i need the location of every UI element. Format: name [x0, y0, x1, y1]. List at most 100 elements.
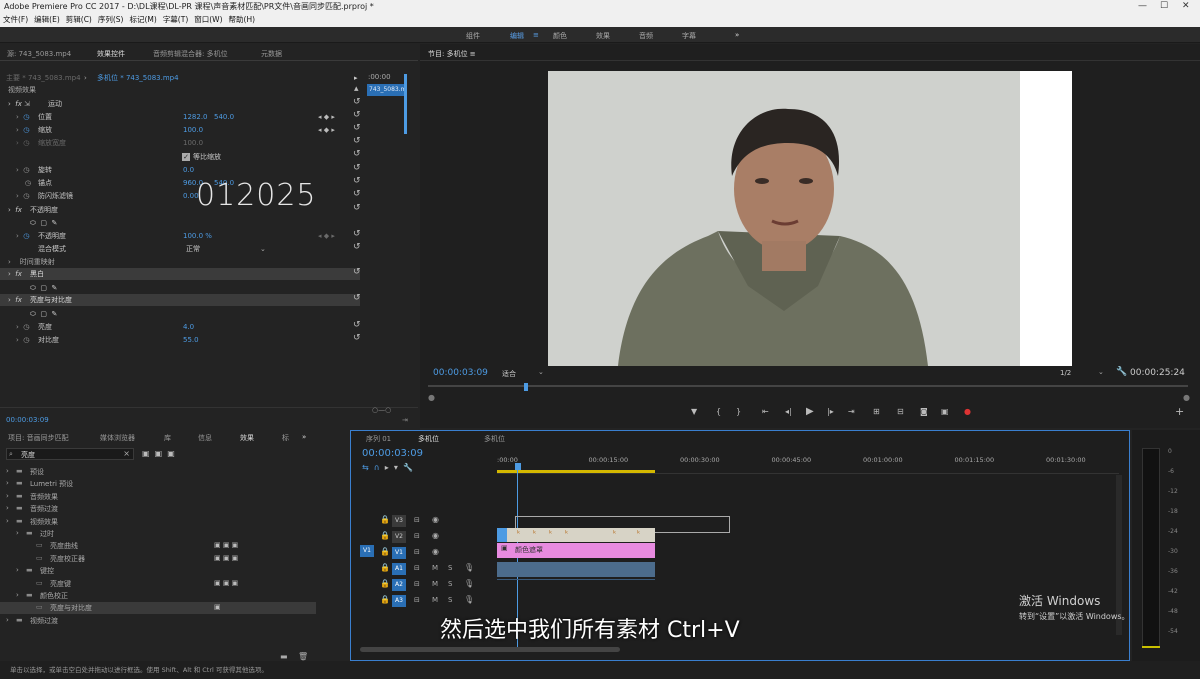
mark-in-icon[interactable]: {: [716, 407, 721, 416]
tab-multicam-active[interactable]: 多机位: [418, 434, 439, 444]
blend-mode-select[interactable]: 正常: [186, 243, 200, 255]
keyframe-nav-icon[interactable]: ◂ ◆ ▸: [318, 230, 335, 242]
timeline-tool-icons[interactable]: ⇆ ∩ ▸ ▾ 🔧: [362, 463, 413, 472]
tree-item[interactable]: › ▬ 视频过渡: [0, 615, 316, 627]
eye-icon[interactable]: ◉: [432, 515, 439, 524]
lock-icon[interactable]: 🔒: [380, 547, 390, 556]
lift-icon[interactable]: ⊞: [873, 407, 880, 416]
reset-bc-icon[interactable]: ↺: [353, 293, 361, 303]
menu-edit[interactable]: 编辑(E): [31, 13, 63, 27]
minimize-button[interactable]: —: [1138, 0, 1147, 13]
lock-icon[interactable]: 🔒: [380, 515, 390, 524]
scale-value[interactable]: 100.0: [183, 126, 203, 134]
play-icon[interactable]: ▶: [806, 406, 814, 417]
camera-icon[interactable]: ◙: [920, 407, 928, 416]
workspace-audio[interactable]: 音频: [639, 31, 653, 41]
sync-lock-icon[interactable]: ⊟: [414, 548, 420, 556]
delete-icon[interactable]: 🗑: [298, 652, 308, 661]
menu-file[interactable]: 文件(F): [0, 13, 31, 27]
reset-anchor-icon[interactable]: ↺: [353, 176, 361, 186]
mic-icon[interactable]: 🎙: [464, 579, 474, 588]
tab-effects[interactable]: 效果: [240, 433, 254, 443]
tab-metadata[interactable]: 元数据: [261, 49, 282, 59]
position-y-value[interactable]: 540.0: [214, 113, 234, 121]
workspace-titles[interactable]: 字幕: [682, 31, 696, 41]
zoom-slider[interactable]: ○—○: [372, 404, 391, 416]
mini-playhead[interactable]: [404, 74, 407, 134]
solo-button[interactable]: S: [448, 596, 452, 604]
collapse-icon[interactable]: ▴: [354, 84, 359, 94]
menu-window[interactable]: 窗口(W): [191, 13, 225, 27]
contrast-value[interactable]: 55.0: [183, 336, 199, 344]
tree-item[interactable]: › ▬ Lumetri 预设: [0, 478, 316, 490]
mic-icon[interactable]: 🎙: [464, 563, 474, 572]
track-target[interactable]: A3: [392, 595, 406, 607]
add-button-icon[interactable]: +: [1175, 405, 1184, 418]
program-monitor-title[interactable]: 节目: 多机位 ≡: [428, 49, 476, 59]
workspace-more[interactable]: »: [735, 31, 739, 39]
reset-brightness-icon[interactable]: ↺: [353, 320, 361, 330]
tab-library[interactable]: 库: [164, 433, 171, 443]
tab-sequence-01[interactable]: 序列 01: [366, 434, 391, 444]
program-scrub-bar[interactable]: [428, 385, 1188, 387]
sequence-clip-label[interactable]: 多机位 * 743_5083.mp4: [97, 72, 179, 84]
reset-antiflicker-icon[interactable]: ↺: [353, 189, 361, 199]
mask-tools-icon[interactable]: ⬭ ▢ ✎: [30, 217, 57, 229]
tab-project[interactable]: 项目: 音画同步匹配: [8, 433, 69, 443]
track-target[interactable]: A1: [392, 563, 406, 575]
tree-item[interactable]: › ▬ 视频效果: [0, 516, 316, 528]
chevron-down-icon[interactable]: ⌄: [260, 243, 266, 255]
lock-icon[interactable]: 🔒: [380, 531, 390, 540]
motion-label[interactable]: 运动: [48, 98, 62, 110]
tree-item[interactable]: › ▬ 键控: [0, 565, 316, 577]
reset-bw-icon[interactable]: ↺: [353, 267, 361, 277]
clear-search-icon[interactable]: ×: [123, 449, 130, 458]
menu-title[interactable]: 字幕(T): [160, 13, 191, 27]
solo-button[interactable]: S: [448, 564, 452, 572]
audio-clip-a1[interactable]: [497, 562, 655, 577]
tree-item[interactable]: › ▬ 颜色校正: [0, 590, 316, 602]
sync-lock-icon[interactable]: ⊟: [414, 532, 420, 540]
tree-item[interactable]: ▭ 亮度键 ▣ ▣ ▣: [0, 578, 316, 590]
quality-select[interactable]: 1/2: [1060, 369, 1071, 377]
program-timecode[interactable]: 00:00:03:09: [433, 368, 488, 378]
position-x-value[interactable]: 1282.0: [183, 113, 208, 121]
timeline-playhead-handle[interactable]: [515, 463, 521, 470]
lock-icon[interactable]: 🔒: [380, 563, 390, 572]
close-button[interactable]: ✕: [1182, 0, 1190, 13]
reset-blend-icon[interactable]: ↺: [353, 242, 361, 252]
fit-select[interactable]: 适合: [502, 369, 516, 379]
mini-timeline-clip[interactable]: 743_5083.m: [367, 84, 407, 96]
tree-item[interactable]: › ▬ 音频效果: [0, 491, 316, 503]
tab-multicam[interactable]: 多机位: [484, 434, 505, 444]
mute-button[interactable]: M: [432, 580, 438, 588]
tab-media-browser[interactable]: 媒体浏览器: [100, 433, 135, 443]
go-to-out-icon[interactable]: ⇥: [848, 407, 855, 416]
mute-button[interactable]: M: [432, 596, 438, 604]
time-remap-label[interactable]: 时间重映射: [20, 258, 55, 266]
new-bin-icon[interactable]: ▬: [280, 652, 288, 661]
reset-contrast-icon[interactable]: ↺: [353, 333, 361, 343]
mask-tools-icon[interactable]: ⬭ ▢ ✎: [30, 282, 57, 294]
sync-lock-icon[interactable]: ⊟: [414, 580, 420, 588]
tab-info[interactable]: 信息: [198, 433, 212, 443]
workspace-assembly[interactable]: 组件: [466, 31, 480, 41]
extract-icon[interactable]: ⊟: [897, 407, 904, 416]
track-target[interactable]: V2: [392, 531, 406, 543]
opacity-value[interactable]: 100.0 %: [183, 232, 212, 240]
sync-lock-icon[interactable]: ⊟: [414, 596, 420, 604]
export-icon[interactable]: ⇥: [402, 414, 408, 426]
sync-lock-icon[interactable]: ⊟: [414, 516, 420, 524]
uniform-scale-checkbox[interactable]: ✓: [182, 153, 190, 161]
menu-help[interactable]: 帮助(H): [226, 13, 259, 27]
tab-effect-controls[interactable]: 效果控件: [97, 49, 125, 59]
bw-effect-row[interactable]: [0, 268, 360, 280]
more-tabs-icon[interactable]: »: [302, 433, 306, 441]
eye-icon[interactable]: ◉: [432, 547, 439, 556]
reset-opacity-icon[interactable]: ↺: [353, 229, 361, 239]
brightness-value[interactable]: 4.0: [183, 323, 194, 331]
workspace-editing[interactable]: 编辑: [510, 31, 524, 41]
multicam-icon[interactable]: ▣: [941, 407, 949, 416]
timeline-timecode[interactable]: 00:00:03:09: [362, 448, 423, 459]
keyframe-nav-icon[interactable]: ◂ ◆ ▸: [318, 124, 335, 136]
